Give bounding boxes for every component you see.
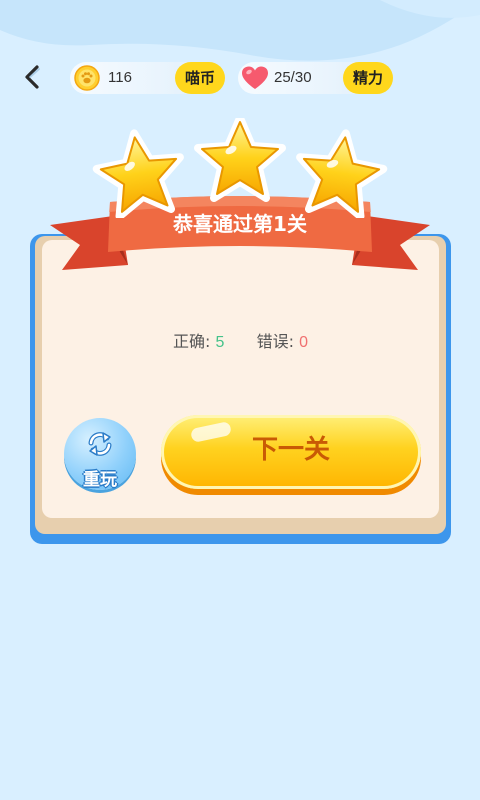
- back-button[interactable]: [18, 62, 48, 92]
- chevron-left-icon: [25, 65, 40, 89]
- replay-label: 重玩: [83, 470, 117, 490]
- correct-label: 正确:: [173, 332, 211, 351]
- wrong-count: 0: [299, 334, 308, 351]
- star-icon-2: [194, 118, 286, 202]
- coins-counter: 116 喵币: [70, 62, 225, 94]
- energy-tag-button[interactable]: 精力: [342, 62, 393, 94]
- star-rating: [92, 118, 388, 218]
- replay-button[interactable]: 重玩: [64, 418, 136, 490]
- coins-tag-button[interactable]: 喵币: [174, 62, 225, 94]
- energy-counter: 25/30 精力: [238, 62, 393, 94]
- star-icon-1: [92, 129, 184, 218]
- next-level-button[interactable]: 下一关: [161, 415, 421, 489]
- score-summary: 正确: 5 错误: 0: [42, 328, 439, 352]
- coins-value: 116: [108, 69, 132, 86]
- energy-value: 25/30: [274, 69, 312, 86]
- next-level-label: 下一关: [251, 435, 330, 465]
- star-icon-3: [296, 129, 388, 218]
- refresh-icon: [88, 432, 112, 456]
- correct-count: 5: [215, 334, 225, 351]
- wrong-label: 错误:: [256, 332, 294, 351]
- paw-coin-icon: [73, 64, 101, 92]
- heart-icon: [241, 64, 269, 92]
